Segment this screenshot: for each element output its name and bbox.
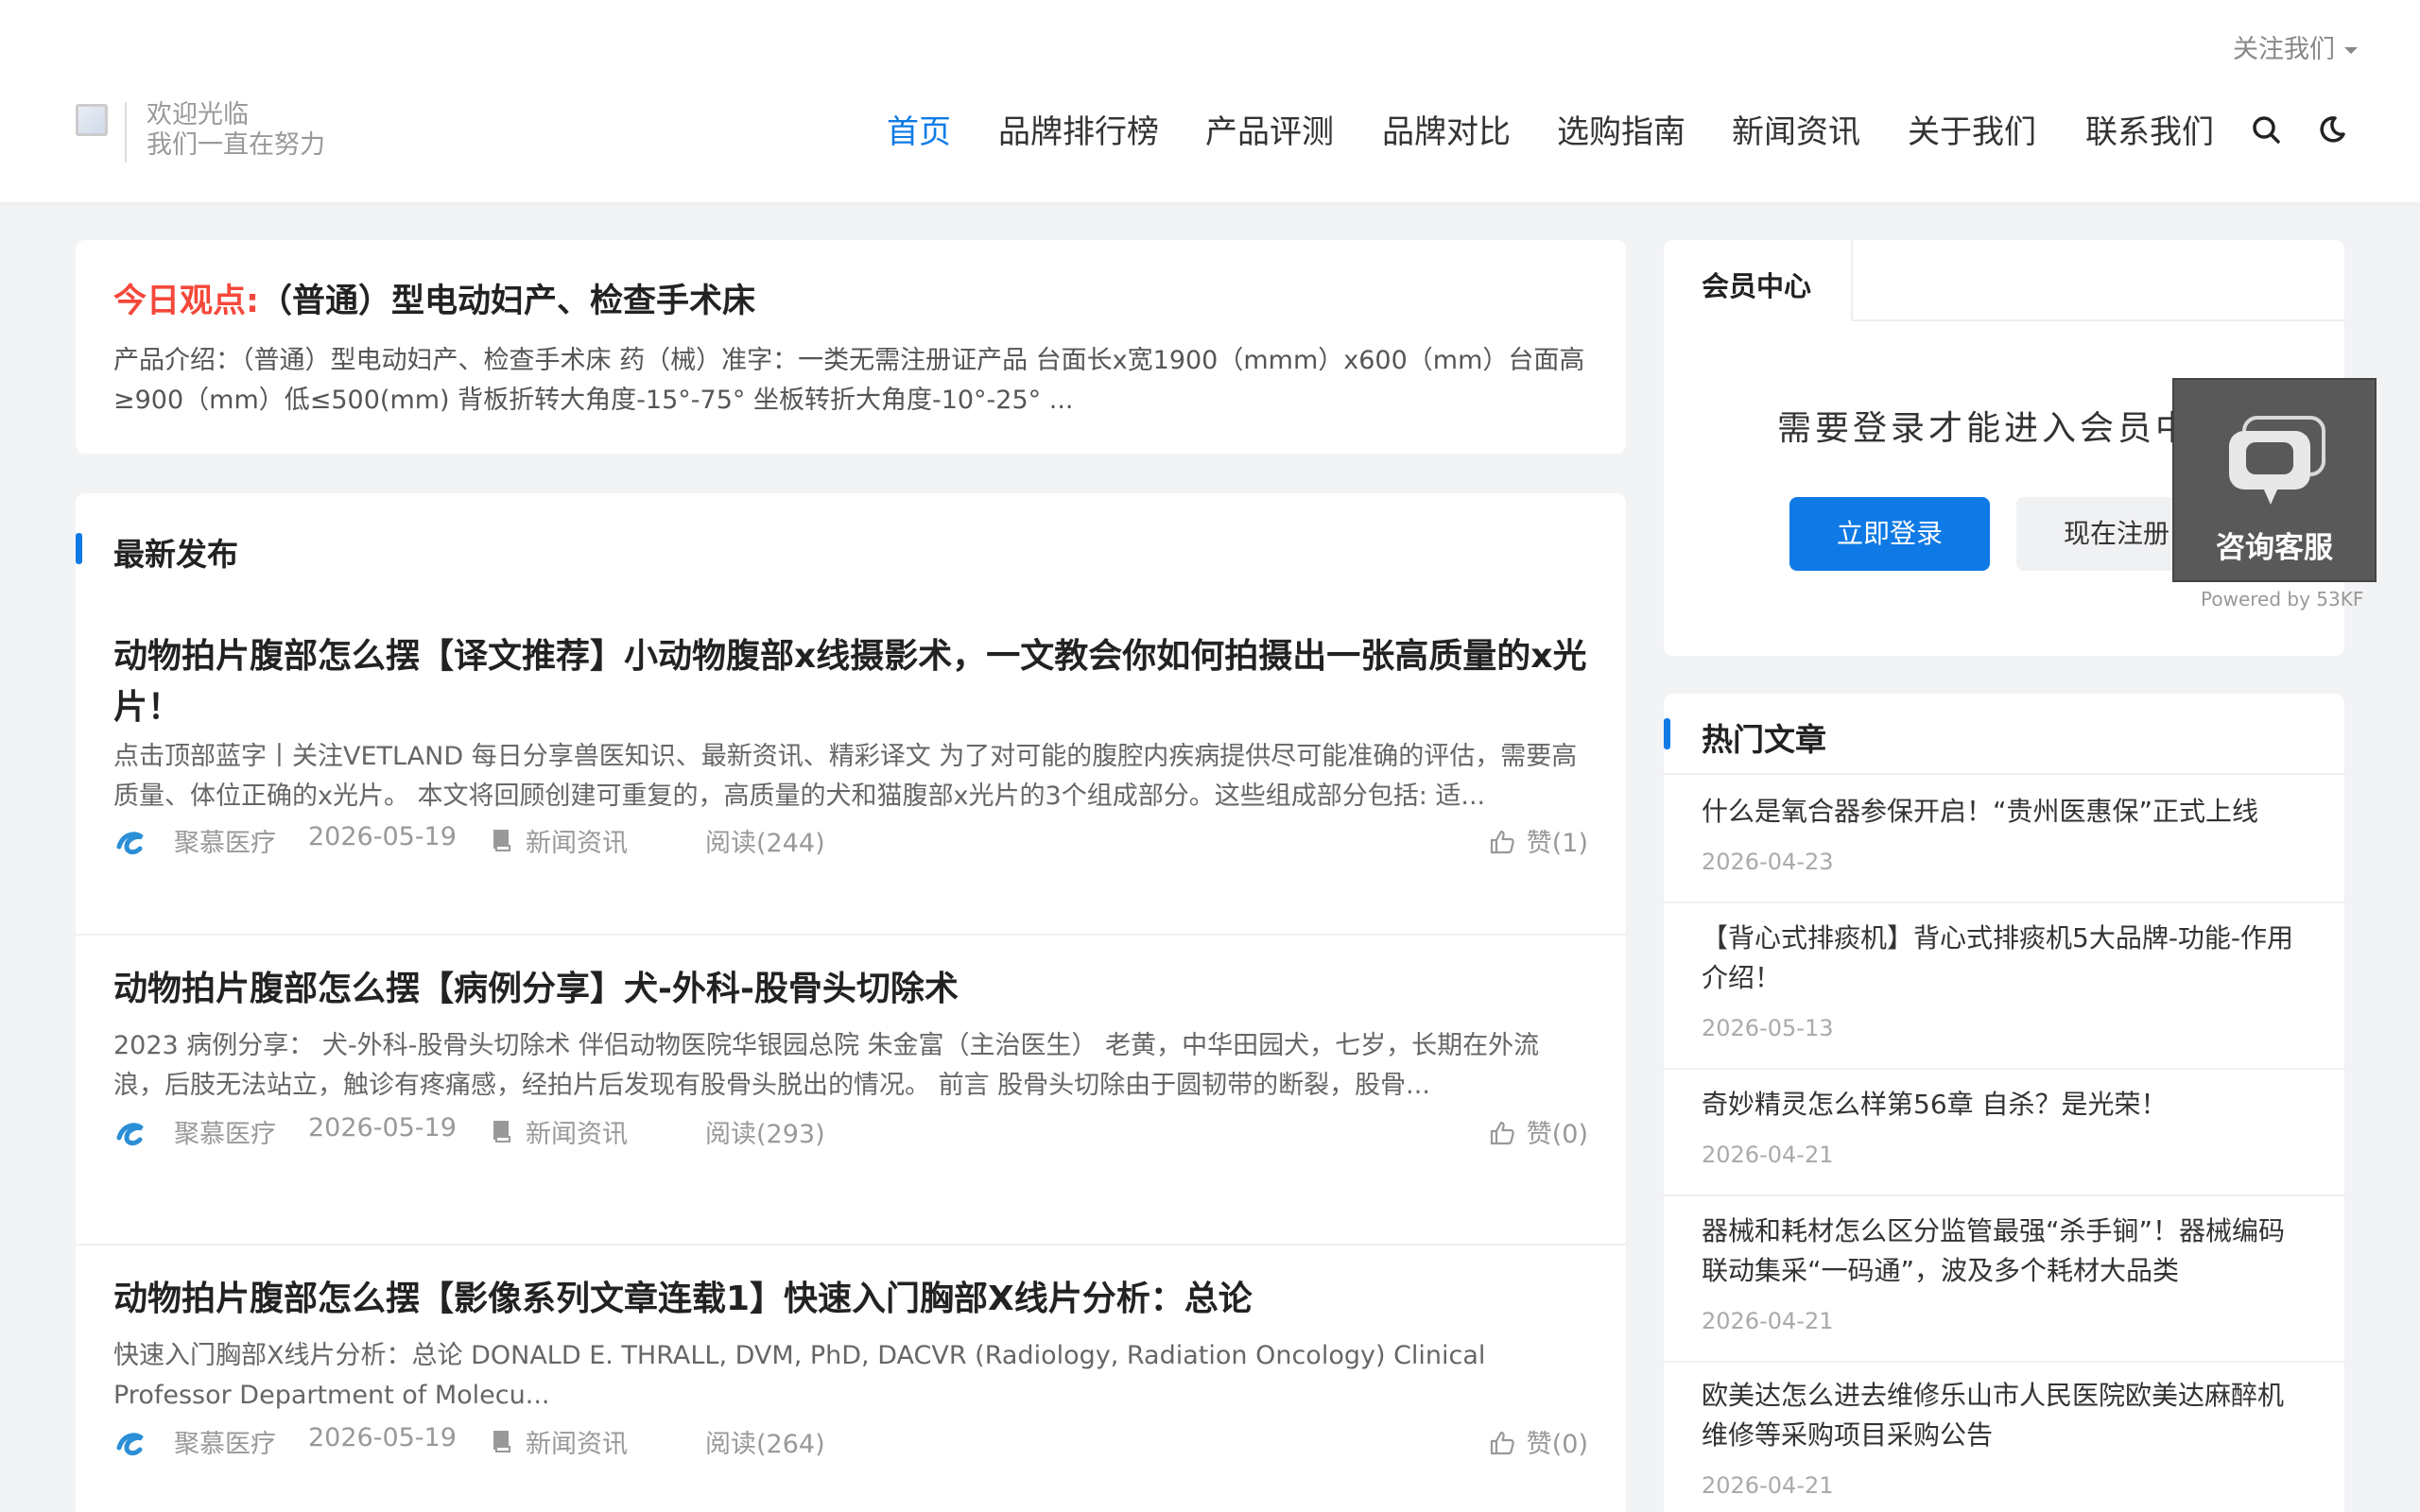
nav-item-about[interactable]: 关于我们 xyxy=(1908,106,2036,152)
nav-item-product-review[interactable]: 产品评测 xyxy=(1205,106,1334,152)
article-date: 2026-05-19 xyxy=(308,1113,457,1143)
thumbs-up-icon xyxy=(1490,830,1514,854)
chat-bubble-icon xyxy=(2229,416,2325,505)
article-desc: 2023 病例分享： 犬-外科-股骨头切除术 伴侣动物医院华银园总院 朱金富（主… xyxy=(113,1031,1540,1100)
article-reads: 阅读(244) xyxy=(705,829,825,858)
article-reads: 阅读(264) xyxy=(705,1430,825,1459)
author-avatar[interactable] xyxy=(113,824,151,862)
article-reads: 阅读(293) xyxy=(705,1120,825,1149)
today-viewpoint-desc: 产品介绍：（普通）型电动妇产、检查手术床 药（械）准字：一类无需注册证产品 台面… xyxy=(113,346,1585,415)
article-meta: 聚慕医疗 2026-05-19 新闻资讯 阅读(264) 赞(0) xyxy=(113,1423,1588,1461)
hot-article-date: 2026-04-21 xyxy=(1702,1472,1834,1499)
caret-down-icon xyxy=(2344,47,2358,54)
article-like-button[interactable]: 赞(0) xyxy=(1489,1423,1588,1460)
customer-service-widget[interactable]: 咨询客服 xyxy=(2172,378,2377,582)
article-item[interactable]: 动物拍片腹部怎么摆【病例分享】犬-外科-股骨头切除术 2023 病例分享： 犬-… xyxy=(76,934,1626,1244)
article-category[interactable]: 新闻资讯 xyxy=(526,822,628,859)
hot-article-date: 2026-04-21 xyxy=(1702,1142,1834,1168)
article-title[interactable]: 动物拍片腹部怎么摆【译文推荐】小动物腹部x线摄影术，一文教会你如何拍摄出一张高质… xyxy=(113,631,1588,733)
thumbs-up-icon xyxy=(1490,1431,1514,1455)
article-item[interactable]: 动物拍片腹部怎么摆【影像系列文章连载1】快速入门胸部X线片分析：总论 快速入门胸… xyxy=(76,1244,1626,1512)
hot-article-date: 2026-04-23 xyxy=(1702,849,1834,875)
today-viewpoint-title[interactable]: 今日观点:（普通）型电动妇产、检查手术床 xyxy=(113,274,1588,322)
today-viewpoint-card[interactable]: 今日观点:（普通）型电动妇产、检查手术床 产品介绍：（普通）型电动妇产、检查手术… xyxy=(76,240,1626,454)
today-viewpoint-lead: 今日观点: xyxy=(113,283,259,320)
article-item[interactable]: 动物拍片腹部怎么摆【译文推荐】小动物腹部x线摄影术，一文教会你如何拍摄出一张高质… xyxy=(76,597,1626,898)
category-icon xyxy=(493,830,510,851)
author-avatar[interactable] xyxy=(113,1425,151,1463)
hot-article-title[interactable]: 奇妙精灵怎么样第56章 自杀？是光荣！ xyxy=(1702,1085,2307,1125)
hot-article-title[interactable]: 器械和耗材怎么区分监管最强“杀手锏”！器械编码联动集采“一码通”，波及多个耗材大… xyxy=(1702,1211,2307,1291)
article-meta: 聚慕医疗 2026-05-19 新闻资讯 阅读(293) 赞(0) xyxy=(113,1113,1588,1151)
article-author[interactable]: 聚慕医疗 xyxy=(174,1113,276,1150)
nav-item-brand-compare[interactable]: 品牌对比 xyxy=(1382,106,1511,152)
hot-article-title[interactable]: 欧美达怎么进去维修乐山市人民医院欧美达麻醉机维修等采购项目采购公告 xyxy=(1702,1376,2307,1455)
today-viewpoint-headline: （普通）型电动妇产、检查手术床 xyxy=(259,283,756,320)
author-avatar[interactable] xyxy=(113,1115,151,1153)
category-icon xyxy=(493,1431,510,1452)
nav-item-buying-guide[interactable]: 选购指南 xyxy=(1557,106,1685,152)
category-icon xyxy=(493,1121,510,1143)
tab-divider xyxy=(1853,319,2344,321)
hot-article-item[interactable]: 器械和耗材怎么区分监管最强“杀手锏”！器械编码联动集采“一码通”，波及多个耗材大… xyxy=(1664,1194,2344,1361)
article-category[interactable]: 新闻资讯 xyxy=(526,1423,628,1460)
customer-service-label: 咨询客服 xyxy=(2216,531,2333,565)
hot-articles-card: 热门文章 什么是氧合器参保开启！“贵州医惠保”正式上线 2026-04-23 【… xyxy=(1664,694,2344,1512)
latest-posts-heading: 最新发布 xyxy=(76,529,238,575)
follow-us-label: 关注我们 xyxy=(2233,35,2335,64)
latest-posts-card: 最新发布 动物拍片腹部怎么摆【译文推荐】小动物腹部x线摄影术，一文教会你如何拍摄… xyxy=(76,493,1626,1512)
article-title[interactable]: 动物拍片腹部怎么摆【病例分享】犬-外科-股骨头切除术 xyxy=(113,964,1588,1015)
hot-article-item[interactable]: 奇妙精灵怎么样第56章 自杀？是光荣！ 2026-04-21 xyxy=(1664,1068,2344,1194)
nav-item-contact[interactable]: 联系我们 xyxy=(2085,106,2214,152)
article-author[interactable]: 聚慕医疗 xyxy=(174,822,276,859)
hot-articles-heading: 热门文章 xyxy=(1664,714,1826,760)
hot-article-item[interactable]: 欧美达怎么进去维修乐山市人民医院欧美达麻醉机维修等采购项目采购公告 2026-0… xyxy=(1664,1361,2344,1512)
article-date: 2026-05-19 xyxy=(308,1423,457,1452)
article-date: 2026-05-19 xyxy=(308,822,457,851)
article-desc: 点击顶部蓝字丨关注VETLAND 每日分享兽医知识、最新资讯、精彩译文 为了对可… xyxy=(113,742,1578,811)
nav-item-brand-ranking[interactable]: 品牌排行榜 xyxy=(998,106,1159,152)
article-title[interactable]: 动物拍片腹部怎么摆【影像系列文章连载1】快速入门胸部X线片分析：总论 xyxy=(113,1274,1588,1325)
hot-article-title[interactable]: 什么是氧合器参保开启！“贵州医惠保”正式上线 xyxy=(1702,792,2307,832)
article-likes: 赞(1) xyxy=(1526,829,1588,858)
article-meta: 聚慕医疗 2026-05-19 新闻资讯 阅读(244) 赞(1) xyxy=(113,822,1588,860)
hot-article-item[interactable]: 什么是氧合器参保开启！“贵州医惠保”正式上线 2026-04-23 xyxy=(1664,773,2344,902)
dark-mode-icon[interactable] xyxy=(2316,113,2348,146)
hot-article-date: 2026-04-21 xyxy=(1702,1308,1834,1334)
follow-us-dropdown[interactable]: 关注我们 xyxy=(2233,28,2358,65)
hot-article-item[interactable]: 【背心式排痰机】背心式排痰机5大品牌-功能-作用介绍！ 2026-05-13 xyxy=(1664,902,2344,1068)
hot-article-title[interactable]: 【背心式排痰机】背心式排痰机5大品牌-功能-作用介绍！ xyxy=(1702,919,2307,998)
thumbs-up-icon xyxy=(1490,1121,1514,1145)
article-desc: 快速入门胸部X线片分析：总论 DONALD E. THRALL, DVM, Ph… xyxy=(113,1341,1486,1410)
article-category[interactable]: 新闻资讯 xyxy=(526,1113,628,1150)
main-nav: 首页 品牌排行榜 产品评测 品牌对比 选购指南 新闻资讯 关于我们 联系我们 xyxy=(0,106,2420,153)
site-header: 关注我们 欢迎光临 我们一直在努力 首页 品牌排行榜 产品评测 品牌对比 选购指… xyxy=(0,0,2420,202)
nav-item-home[interactable]: 首页 xyxy=(887,106,951,152)
search-icon[interactable] xyxy=(2250,113,2282,146)
login-button[interactable]: 立即登录 xyxy=(1789,497,1990,571)
article-likes: 赞(0) xyxy=(1526,1120,1588,1149)
powered-by-text: Powered by 53KF xyxy=(2201,588,2364,610)
tab-member-center[interactable]: 会员中心 xyxy=(1664,240,1853,321)
nav-item-news[interactable]: 新闻资讯 xyxy=(1732,106,1860,152)
article-author[interactable]: 聚慕医疗 xyxy=(174,1423,276,1460)
article-like-button[interactable]: 赞(1) xyxy=(1489,822,1588,859)
article-likes: 赞(0) xyxy=(1526,1430,1588,1459)
hot-article-date: 2026-05-13 xyxy=(1702,1015,1834,1041)
article-like-button[interactable]: 赞(0) xyxy=(1489,1113,1588,1150)
